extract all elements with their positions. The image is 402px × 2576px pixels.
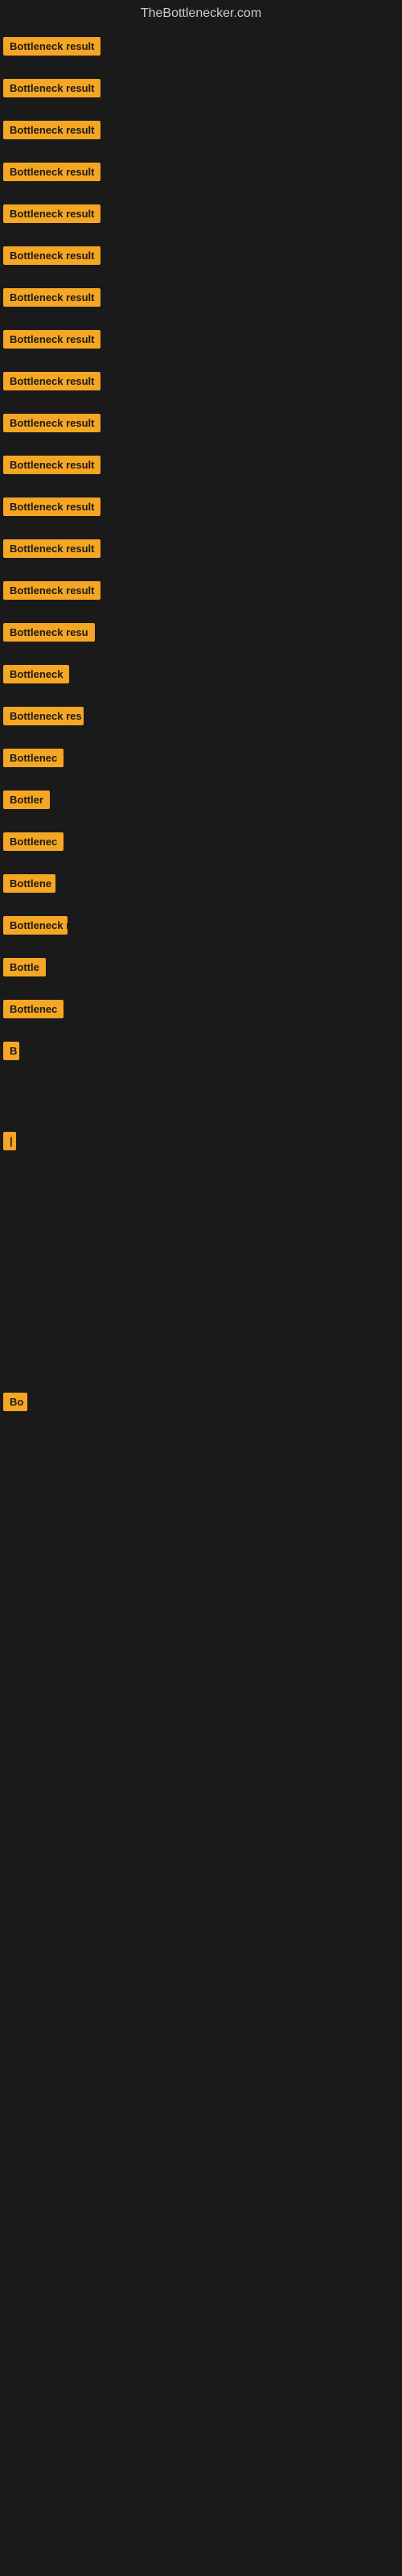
bottleneck-badge[interactable]: Bo — [3, 1393, 27, 1411]
large-spacer — [3, 1164, 399, 1325]
list-item: Bottleneck result — [3, 111, 399, 153]
list-item: Bottlene — [3, 865, 399, 906]
bottleneck-badge[interactable]: | — [3, 1132, 16, 1150]
list-item: Bottleneck resu — [3, 613, 399, 655]
bottleneck-badge[interactable]: Bottleneck result — [3, 497, 100, 516]
site-title: TheBottlenecker.com — [0, 0, 402, 27]
list-item: Bottleneck — [3, 655, 399, 697]
list-item: Bottleneck result — [3, 195, 399, 237]
bottleneck-badge[interactable]: B — [3, 1042, 19, 1060]
bottleneck-badge[interactable]: Bottle — [3, 958, 46, 976]
list-item: Bottleneck result — [3, 153, 399, 195]
bottleneck-badge[interactable]: Bottleneck result — [3, 581, 100, 600]
bottleneck-badge[interactable]: Bottleneck res — [3, 707, 84, 725]
bottleneck-badge[interactable]: Bottleneck result — [3, 204, 100, 223]
bottleneck-badge[interactable]: Bottlenec — [3, 832, 64, 851]
list-item: Bottleneck result — [3, 362, 399, 404]
list-item: Bottleneck res — [3, 697, 399, 739]
list-item: Bottleneck result — [3, 320, 399, 362]
list-item: Bottlenec — [3, 990, 399, 1032]
bottleneck-badge[interactable]: Bottleneck result — [3, 163, 100, 181]
list-item: Bottleneck result — [3, 237, 399, 279]
list-item: Bo — [3, 1383, 399, 1425]
list-item: Bottleneck result — [3, 530, 399, 572]
list-item: Bottleneck r — [3, 906, 399, 948]
list-item: Bottleneck result — [3, 488, 399, 530]
bottleneck-badge[interactable]: Bottleneck result — [3, 37, 100, 56]
bottleneck-badge[interactable]: Bottleneck result — [3, 246, 100, 265]
bottleneck-badge[interactable]: Bottleneck result — [3, 539, 100, 558]
list-item: Bottleneck result — [3, 404, 399, 446]
bottleneck-badge[interactable]: Bottleneck result — [3, 288, 100, 307]
bottleneck-badge[interactable]: Bottlenec — [3, 749, 64, 767]
list-item: | — [3, 1122, 399, 1164]
bottleneck-badge[interactable]: Bottleneck r — [3, 916, 68, 935]
bottleneck-badge[interactable]: Bottler — [3, 791, 50, 809]
list-item — [3, 1325, 399, 1344]
list-item: Bottleneck result — [3, 279, 399, 320]
bottleneck-badge[interactable]: Bottlene — [3, 874, 55, 893]
list-item: Bottleneck result — [3, 27, 399, 69]
list-item: Bottler — [3, 781, 399, 823]
list-item — [3, 1364, 399, 1383]
bottleneck-badge[interactable]: Bottleneck result — [3, 456, 100, 474]
items-container: Bottleneck result Bottleneck result Bottle… — [0, 27, 402, 1425]
list-item: Bottleneck result — [3, 69, 399, 111]
bottleneck-badge[interactable]: Bottlenec — [3, 1000, 64, 1018]
list-item: Bottlenec — [3, 739, 399, 781]
bottleneck-badge[interactable]: Bottleneck result — [3, 414, 100, 432]
bottleneck-badge[interactable]: Bottleneck resu — [3, 623, 95, 642]
list-item: B — [3, 1032, 399, 1074]
list-item: Bottlenec — [3, 823, 399, 865]
list-item: Bottle — [3, 948, 399, 990]
page-container: TheBottlenecker.com Bottleneck resultBot… — [0, 0, 402, 1425]
spacer — [3, 1074, 399, 1122]
list-item: Bottleneck result — [3, 446, 399, 488]
bottleneck-badge[interactable]: Bottleneck result — [3, 372, 100, 390]
bottleneck-badge[interactable]: Bottleneck result — [3, 121, 100, 139]
bottleneck-badge[interactable]: Bottleneck — [3, 665, 69, 683]
list-item — [3, 1344, 399, 1364]
bottleneck-badge[interactable]: Bottleneck result — [3, 79, 100, 97]
list-item: Bottleneck result — [3, 572, 399, 613]
bottleneck-badge[interactable]: Bottleneck result — [3, 330, 100, 349]
